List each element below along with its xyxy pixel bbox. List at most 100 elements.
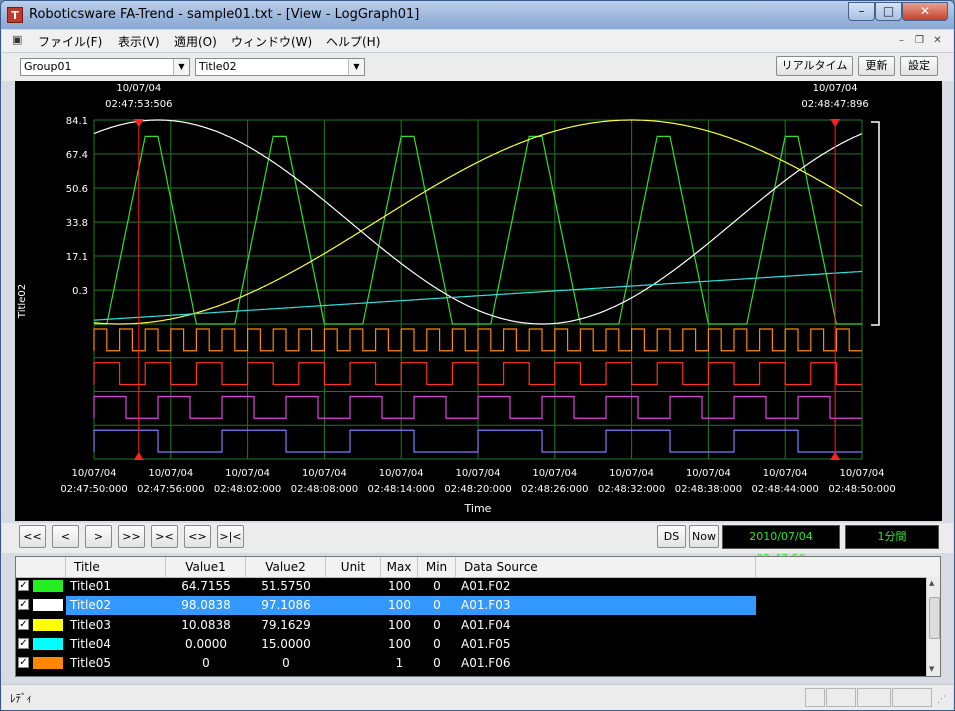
- visibility-checkbox[interactable]: ✓: [18, 637, 29, 649]
- list-item[interactable]: ✓ Title02 98.0838 97.1086 100 0 A01.F03: [16, 596, 940, 616]
- zoom-out-button[interactable]: <>: [184, 525, 211, 548]
- menu-window[interactable]: ウィンドウ(W): [231, 33, 312, 50]
- status-pane: [892, 688, 932, 707]
- x-tick-time: 02:48:02:000: [214, 484, 281, 495]
- chevron-down-icon[interactable]: ▼: [173, 59, 189, 75]
- header-value2[interactable]: Value2: [246, 557, 326, 577]
- cell-value2: 51.5750: [261, 579, 311, 593]
- minimize-button[interactable]: –: [848, 2, 875, 21]
- visibility-checkbox[interactable]: ✓: [18, 580, 29, 591]
- vertical-scrollbar[interactable]: ▲ ▼: [926, 577, 940, 676]
- group-select-value: Group01: [24, 60, 72, 73]
- title-bar[interactable]: T Roboticsware FA-Trend - sample01.txt -…: [1, 1, 954, 29]
- cell-value2: 79.1629: [261, 617, 311, 632]
- ds-button[interactable]: DS: [657, 525, 686, 548]
- y-tick-label: 33.8: [66, 218, 88, 229]
- header-value1[interactable]: Value1: [166, 557, 246, 577]
- header-min[interactable]: Min: [418, 557, 456, 577]
- menu-file[interactable]: ファイル(F): [38, 33, 102, 50]
- chevron-down-icon[interactable]: ▼: [348, 59, 364, 75]
- y-tick-label: 17.1: [66, 252, 88, 263]
- cursor-date-label: 10/07/04: [116, 83, 161, 94]
- digital-trace-title05: [93, 328, 862, 352]
- last-button[interactable]: >>: [118, 525, 145, 548]
- x-tick-time: 02:48:14:000: [368, 484, 435, 495]
- menu-apply[interactable]: 適用(O): [174, 33, 217, 50]
- cell-title: Title05: [70, 656, 111, 671]
- x-tick-time: 02:47:56:000: [137, 484, 204, 495]
- cell-title: Title04: [70, 636, 111, 651]
- status-pane: [857, 688, 891, 707]
- cell-unit: [326, 596, 381, 615]
- list-item[interactable]: ✓ Title05 0 0 1 0 A01.F06: [16, 654, 940, 673]
- mdi-close-icon[interactable]: ✕: [931, 35, 944, 48]
- status-text: ﾚﾃﾞｨ: [10, 692, 32, 705]
- cell-value1: 0: [202, 656, 210, 671]
- cell-title: Title02: [70, 598, 111, 613]
- document-icon[interactable]: ▣: [12, 34, 24, 46]
- jump-button[interactable]: >|<: [217, 525, 244, 548]
- resize-grip-icon[interactable]: ⋰: [937, 695, 946, 705]
- status-pane: [805, 688, 825, 707]
- header-max[interactable]: Max: [381, 557, 418, 577]
- x-tick-date: 10/07/04: [532, 468, 577, 479]
- header-title[interactable]: Title: [66, 557, 166, 577]
- cell-data-source: A01.F06: [461, 656, 511, 671]
- navigation-bar: << < > >> >< <> >|< DS Now 2010/07/04 02…: [2, 523, 953, 565]
- status-pane: [826, 688, 856, 707]
- cell-value2: 0: [282, 656, 290, 671]
- list-item[interactable]: ✓ Title01 64.7155 51.5750 100 0 A01.F02: [16, 577, 940, 596]
- visibility-checkbox[interactable]: ✓: [18, 599, 29, 611]
- close-button[interactable]: ✕: [902, 2, 948, 21]
- color-swatch: [33, 599, 63, 612]
- group-select[interactable]: Group01 ▼: [20, 58, 190, 76]
- maximize-button[interactable]: □: [875, 2, 902, 21]
- title-select-value: Title02: [199, 60, 237, 73]
- menu-view[interactable]: 表示(V): [118, 33, 160, 50]
- zoom-in-button[interactable]: ><: [151, 525, 178, 548]
- menu-help[interactable]: ヘルプ(H): [326, 33, 380, 50]
- mdi-restore-icon[interactable]: ❐: [913, 35, 926, 48]
- window-title: Roboticsware FA-Trend - sample01.txt - […: [29, 7, 420, 22]
- y-tick-label: 67.4: [66, 150, 88, 161]
- x-tick-date: 10/07/04: [148, 468, 193, 479]
- app-icon: T: [7, 7, 23, 23]
- cell-data-source: A01.F03: [461, 598, 511, 613]
- scroll-thumb[interactable]: [929, 597, 940, 639]
- settings-button[interactable]: 設定: [900, 56, 938, 76]
- series-list[interactable]: Title Value1 Value2 Unit Max Min Data So…: [15, 556, 941, 677]
- visibility-checkbox[interactable]: ✓: [18, 618, 29, 630]
- now-button[interactable]: Now: [689, 525, 719, 548]
- x-tick-time: 02:48:44:000: [752, 484, 819, 495]
- prev-button[interactable]: <: [52, 525, 79, 548]
- cell-min: 0: [433, 598, 441, 613]
- title-select[interactable]: Title02 ▼: [195, 58, 365, 76]
- cell-value2: 15.0000: [261, 636, 311, 651]
- visibility-checkbox[interactable]: ✓: [18, 657, 29, 669]
- mdi-minimize-icon[interactable]: –: [895, 35, 908, 48]
- trend-graph[interactable]: 10/07/04 02:47:53:506 10/07/04 02:48:47:896…: [15, 81, 942, 521]
- next-button[interactable]: >: [85, 525, 112, 548]
- realtime-button[interactable]: リアルタイム: [776, 56, 853, 76]
- list-item[interactable]: ✓ Title03 10.0838 79.1629 100 0 A01.F04: [16, 616, 940, 635]
- cell-max: 1: [395, 656, 404, 671]
- cell-value1: 10.0838: [181, 617, 231, 632]
- refresh-button[interactable]: 更新: [858, 56, 895, 76]
- header-data-source[interactable]: Data Source: [456, 557, 756, 577]
- first-button[interactable]: <<: [19, 525, 46, 548]
- x-tick-date: 10/07/04: [840, 468, 885, 479]
- menu-bar: ▣ ファイル(F) 表示(V) 適用(O) ウィンドウ(W) ヘルプ(H) – …: [2, 30, 953, 53]
- toolbar: Group01 ▼ Title02 ▼ リアルタイム 更新 設定: [2, 53, 953, 81]
- datetime-display: 2010/07/04 02:47:50: [722, 525, 840, 565]
- x-tick-date: 10/07/04: [379, 468, 424, 479]
- header-unit[interactable]: Unit: [326, 557, 381, 577]
- cell-unit: [326, 577, 381, 596]
- scroll-down-icon[interactable]: ▼: [929, 665, 934, 673]
- span-display[interactable]: 1分間: [845, 525, 939, 549]
- cell-min: 0: [433, 579, 441, 593]
- scroll-up-icon[interactable]: ▲: [929, 579, 934, 587]
- cell-unit: [326, 616, 381, 635]
- x-tick-date: 10/07/04: [302, 468, 347, 479]
- list-item[interactable]: ✓ Title04 0.0000 15.0000 100 0 A01.F05: [16, 635, 940, 654]
- x-tick-time: 02:48:38:000: [675, 484, 742, 495]
